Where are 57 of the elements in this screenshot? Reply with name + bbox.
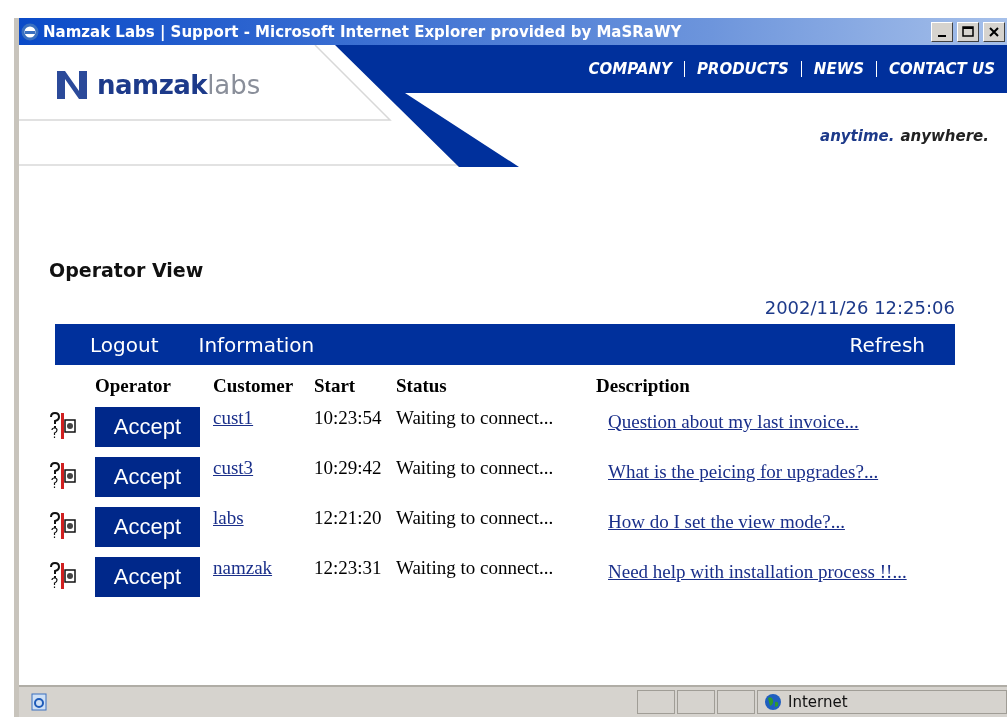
logo-icon xyxy=(55,69,89,101)
column-header: Customer xyxy=(213,375,294,396)
column-header: Status xyxy=(396,375,447,396)
start-time: 10:23:54 xyxy=(314,407,382,429)
description-link[interactable]: Question about my last invoice... xyxy=(608,411,859,433)
nav-link[interactable]: COMPANY xyxy=(576,61,684,77)
customer-link[interactable]: labs xyxy=(213,507,244,529)
accept-button[interactable]: Accept xyxy=(95,557,200,597)
page-title: Operator View xyxy=(49,259,205,281)
accept-button[interactable]: Accept xyxy=(95,457,200,497)
status-text: Waiting to connect... xyxy=(396,457,554,479)
close-button[interactable] xyxy=(983,21,1005,42)
start-time: 10:29:42 xyxy=(314,457,382,479)
start-time: 12:23:31 xyxy=(314,557,382,579)
help-request-icon xyxy=(49,461,79,491)
logo-suffix: labs xyxy=(207,70,261,100)
zone-label: Internet xyxy=(788,693,848,711)
refresh-link[interactable]: Refresh xyxy=(849,332,925,357)
accept-button[interactable]: Accept xyxy=(95,507,200,547)
column-header: Start xyxy=(314,375,356,396)
logo-text: namzak xyxy=(97,70,208,100)
help-request-icon xyxy=(49,511,79,541)
status-text: Waiting to connect... xyxy=(396,407,554,429)
status-text: Waiting to connect... xyxy=(396,507,554,529)
description-link[interactable]: Need help with installation process !!... xyxy=(608,561,907,583)
nav-link[interactable]: NEWS xyxy=(800,61,876,77)
description-link[interactable]: What is the peicing for upgrades?... xyxy=(608,461,879,483)
nav-link[interactable]: PRODUCTS xyxy=(683,61,801,77)
tagline: anywhere. xyxy=(900,127,989,145)
status-pane xyxy=(717,690,755,714)
column-header: Operator xyxy=(95,375,171,396)
column-header: Description xyxy=(596,375,690,396)
accept-button[interactable]: Accept xyxy=(95,407,200,447)
status-pane xyxy=(677,690,715,714)
customer-link[interactable]: cust3 xyxy=(213,457,254,479)
toolbar-link[interactable]: Logout xyxy=(90,332,159,357)
description-link[interactable]: How do I set the view mode?... xyxy=(608,511,845,533)
status-text: Waiting to connect... xyxy=(396,557,554,579)
customer-link[interactable]: namzak xyxy=(213,557,273,579)
window-title: Namzak Labs | Support - Microsoft Internet Explorer provided by MaSRaWY xyxy=(43,22,683,41)
toolbar-link[interactable]: Information xyxy=(198,332,315,357)
help-request-icon xyxy=(49,561,79,591)
page-icon xyxy=(29,692,49,712)
minimize-icon xyxy=(938,34,946,37)
timestamp: 2002/11/26 12:25:06 xyxy=(764,297,955,318)
nav-link[interactable]: CONTACT US xyxy=(876,61,1007,77)
globe-icon xyxy=(764,693,782,711)
start-time: 12:21:20 xyxy=(314,507,382,529)
browser-icon xyxy=(21,22,39,41)
maximize-button[interactable] xyxy=(957,21,979,42)
close-icon xyxy=(989,26,999,37)
help-request-icon xyxy=(49,411,79,441)
customer-link[interactable]: cust1 xyxy=(213,407,254,429)
maximize-icon xyxy=(962,25,974,38)
status-pane xyxy=(637,690,675,714)
tagline-accent: anytime. xyxy=(820,127,895,145)
minimize-button[interactable] xyxy=(931,21,953,42)
